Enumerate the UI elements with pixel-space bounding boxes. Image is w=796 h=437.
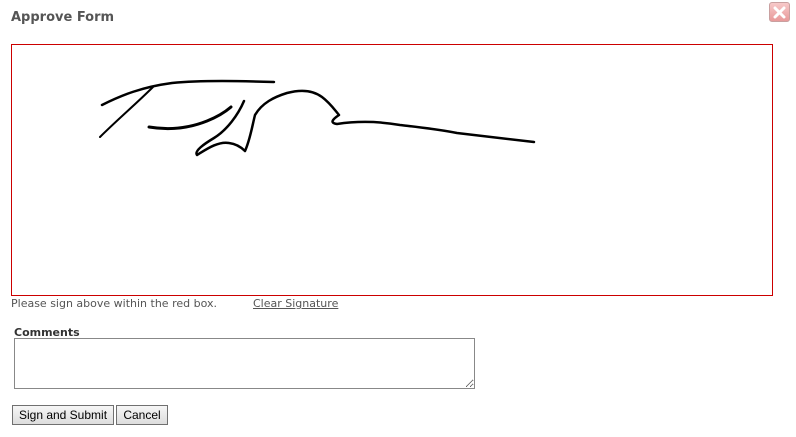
approve-form-dialog: Approve Form Please sign above within th… xyxy=(0,0,796,437)
dialog-title: Approve Form xyxy=(11,10,115,25)
signature-stroke xyxy=(99,79,536,157)
signature-hint: Please sign above within the red box. xyxy=(11,297,217,310)
clear-signature-link[interactable]: Clear Signature xyxy=(253,297,338,310)
sign-and-submit-button[interactable]: Sign and Submit xyxy=(12,405,114,425)
close-button[interactable] xyxy=(769,2,790,22)
comments-textarea[interactable] xyxy=(14,338,475,389)
signature-pad[interactable] xyxy=(11,44,773,296)
cancel-button[interactable]: Cancel xyxy=(116,405,168,425)
close-icon xyxy=(773,6,786,18)
